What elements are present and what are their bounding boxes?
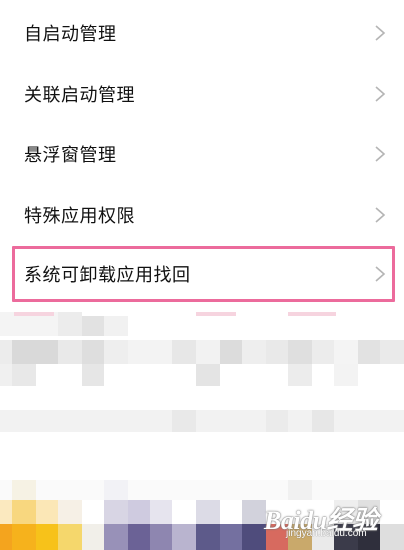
menu-item-auto-start-management[interactable]: 自启动管理 [0,3,404,63]
mosaic-tile [196,524,220,550]
mosaic-tile [150,524,172,550]
mosaic-tile [128,340,172,364]
chevron-right-icon [375,146,386,162]
menu-item-associated-start-management[interactable]: 关联启动管理 [0,64,404,124]
mosaic-tile [196,500,220,524]
mosaic-tile [266,340,288,364]
mosaic-tile [312,340,334,364]
mosaic-tile [334,340,358,364]
mosaic-tile [150,500,172,524]
mosaic-tile [242,340,266,364]
mosaic-tile [312,410,334,432]
mosaic-tile [12,364,36,386]
highlight-frame [12,246,395,302]
mosaic-tile [196,312,236,316]
mosaic-tile [380,340,404,364]
mosaic-tile [0,364,12,386]
mosaic-tile [104,340,128,364]
mosaic-tile [334,364,358,386]
mosaic-tile [196,340,220,364]
menu-item-floating-window-management[interactable]: 悬浮窗管理 [0,124,404,184]
mosaic-tile [58,312,82,336]
mosaic-tile [0,340,12,364]
mosaic-tile [58,500,82,524]
mosaic-tile [12,524,36,550]
mosaic-tile [36,524,58,550]
chevron-right-icon [375,86,386,102]
mosaic-tile [128,524,150,550]
mosaic-tile [0,524,12,550]
chevron-right-icon [375,25,386,41]
mosaic-tile [172,410,196,432]
mosaic-tile [104,316,128,336]
mosaic-tile [358,340,380,364]
mosaic-tile [288,340,312,364]
mosaic-tile [0,500,12,524]
mosaic-tile [242,524,266,550]
menu-item-label: 自启动管理 [24,24,117,45]
mosaic-tile [288,312,336,316]
menu-item-label: 悬浮窗管理 [24,145,117,166]
menu-item-special-app-permissions[interactable]: 特殊应用权限 [0,185,404,245]
mosaic-tile [104,524,128,550]
mosaic-tile [104,500,128,524]
mosaic-tile [288,364,312,386]
settings-screen: 自启动管理 关联启动管理 悬浮窗管理 特殊应用权限 系统可卸载应用找回 Baid… [0,0,404,550]
mosaic-tile [220,340,242,364]
mosaic-tile [172,524,196,550]
menu-item-label: 关联启动管理 [24,85,135,106]
mosaic-tile [82,316,104,336]
mosaic-tile [266,410,288,432]
mosaic-tile [242,500,266,524]
mosaic-tile [58,340,82,364]
mosaic-tile [12,480,36,500]
mosaic-tile [12,500,36,524]
mosaic-tile [104,480,128,500]
mosaic-tile [82,524,104,550]
watermark-url: jingyan.baidu.com [286,528,367,539]
mosaic-tile [196,364,220,386]
mosaic-tile [58,524,82,550]
mosaic-tile [172,340,196,364]
menu-item-label: 特殊应用权限 [24,206,135,227]
mosaic-tile [12,340,58,364]
mosaic-tile [36,500,58,524]
mosaic-tile [0,410,404,432]
mosaic-tile [82,340,104,364]
mosaic-tile [128,500,150,524]
mosaic-tile [82,364,104,386]
mosaic-tile [220,524,242,550]
baidu-jingyan-watermark: Baidu经验 jingyan.baidu.com [264,496,404,542]
mosaic-tile [14,312,54,316]
chevron-right-icon [375,207,386,223]
